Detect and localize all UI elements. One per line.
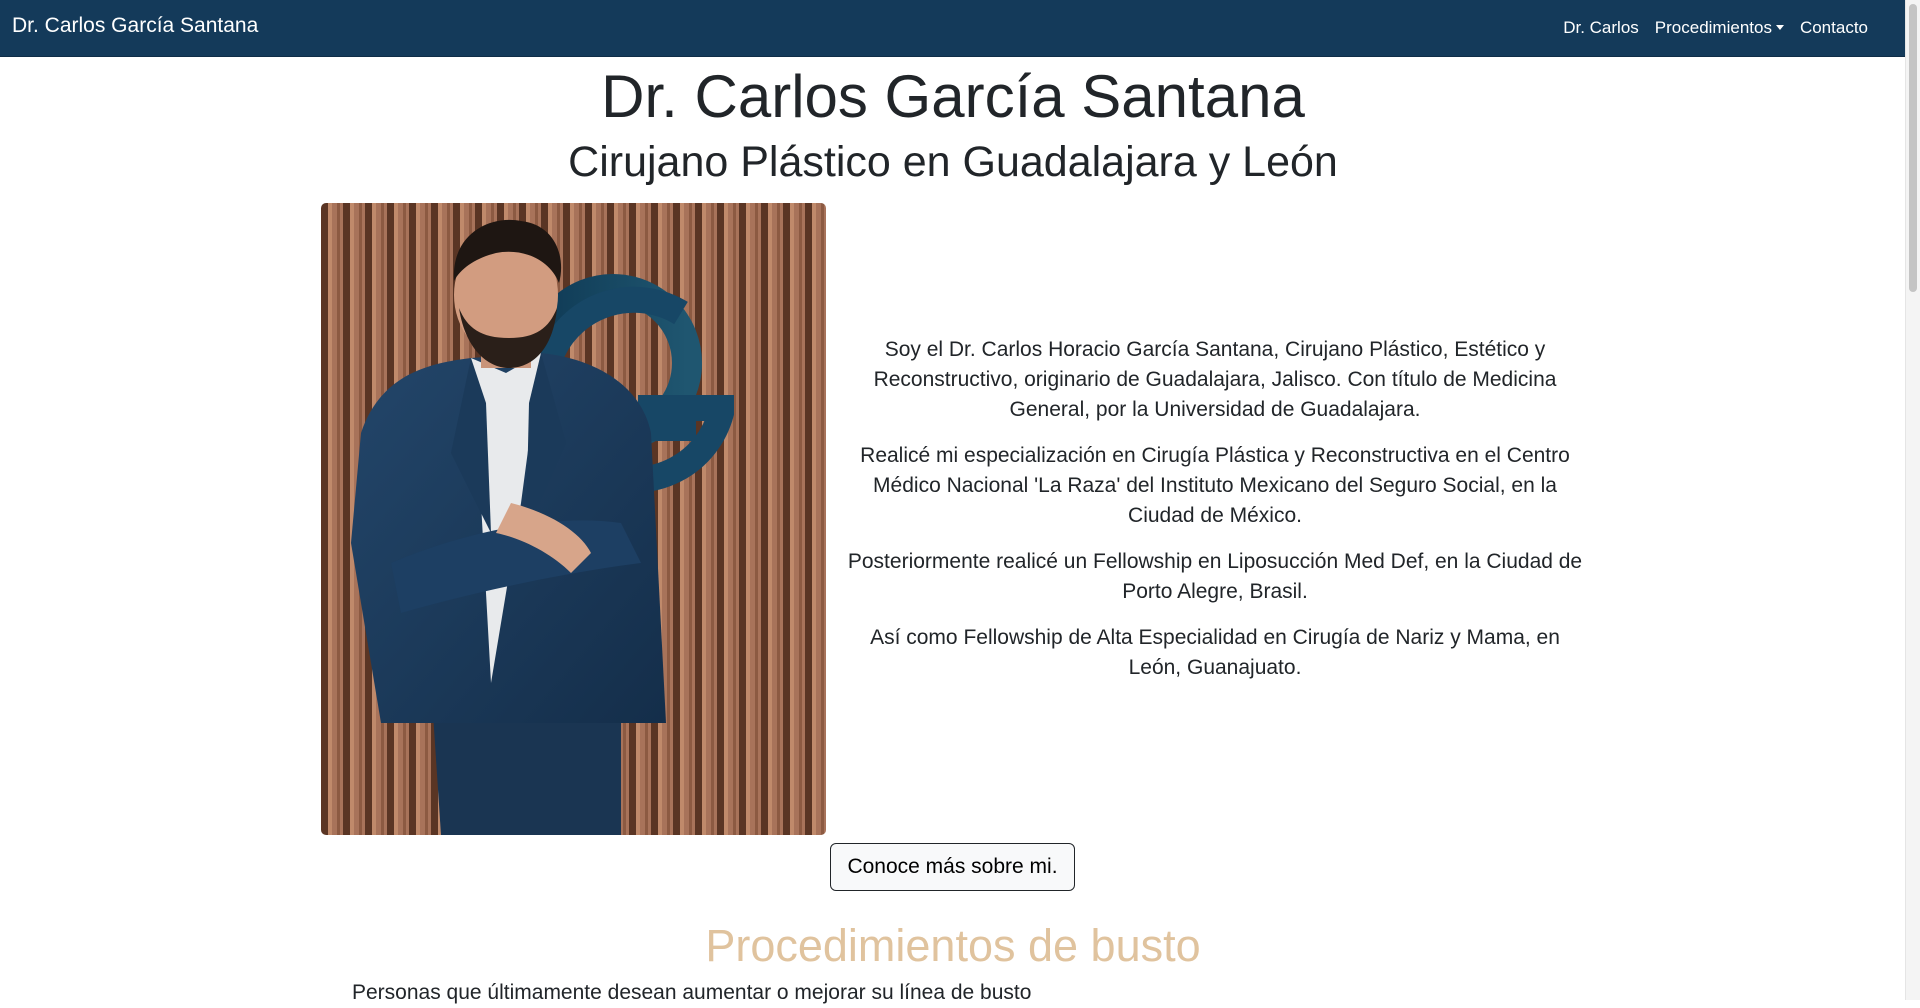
navbar-brand[interactable]: Dr. Carlos García Santana (12, 14, 258, 38)
doctor-portrait-image (321, 203, 826, 835)
scrollbar-thumb[interactable] (1909, 4, 1917, 292)
nav-link-contacto[interactable]: Contacto (1800, 18, 1868, 38)
section-intro-text: Personas que últimamente desean aumentar… (352, 981, 1032, 1004)
chevron-down-icon (1775, 25, 1784, 30)
nav-links: Dr. Carlos Procedimientos Contacto (1563, 18, 1868, 38)
nav-link-procedimientos-label: Procedimientos (1654, 18, 1772, 37)
page-title: Dr. Carlos García Santana (601, 63, 1305, 130)
bio-paragraph: Así como Fellowship de Alta Especialidad… (870, 626, 1560, 679)
about-bio: Soy el Dr. Carlos Horacio García Santana… (842, 335, 1588, 699)
page-subtitle: Cirujano Plástico en Guadalajara y León (568, 138, 1338, 186)
bio-paragraph: Realicé mi especialización en Cirugía Pl… (860, 444, 1570, 527)
section-title-busto: Procedimientos de busto (705, 920, 1201, 971)
nav-link-procedimientos[interactable]: Procedimientos (1655, 18, 1784, 38)
bio-paragraph: Posteriormente realicé un Fellowship en … (847, 550, 1583, 603)
bio-paragraph: Soy el Dr. Carlos Horacio García Santana… (873, 338, 1557, 421)
top-navbar: Dr. Carlos García Santana Dr. Carlos Pro… (0, 0, 1906, 57)
nav-link-dr-carlos[interactable]: Dr. Carlos (1563, 18, 1639, 38)
page-scrollbar[interactable] (1905, 0, 1920, 1000)
learn-more-button[interactable]: Conoce más sobre mi. (830, 843, 1075, 891)
